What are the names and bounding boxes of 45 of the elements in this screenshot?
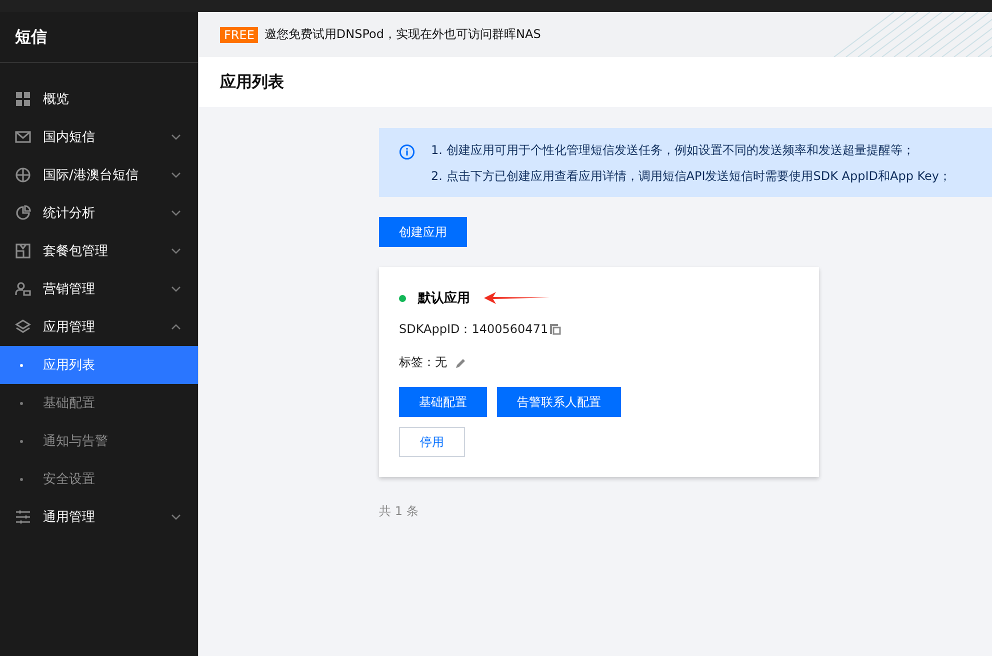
nav-item[interactable]: 套餐包管理 — [0, 232, 198, 270]
promo-text[interactable]: 邀您免费试用DNSPod，实现在外也可访问群晖NAS — [264, 26, 541, 43]
info-icon — [399, 144, 415, 160]
copy-icon[interactable] — [550, 324, 562, 335]
pencil-icon[interactable] — [455, 356, 467, 368]
pie-chart-icon — [15, 205, 31, 221]
chevron-down-icon — [171, 134, 181, 140]
chevron-down-icon — [171, 514, 181, 520]
nav-subitem[interactable]: 应用列表 — [0, 346, 198, 384]
nav-item[interactable]: 统计分析 — [0, 194, 198, 232]
chevron-down-icon — [171, 286, 181, 292]
sliders-icon — [15, 509, 31, 525]
nav-subitem[interactable]: 安全设置 — [0, 460, 198, 498]
chevron-down-icon — [171, 210, 181, 216]
grid-icon — [15, 91, 31, 107]
nav-item[interactable]: 国内短信 — [0, 118, 198, 156]
chevron-down-icon — [171, 248, 181, 254]
nav-subitem[interactable]: 基础配置 — [0, 384, 198, 422]
nav-item[interactable]: 国际/港澳台短信 — [0, 156, 198, 194]
nav-item[interactable]: 通用管理 — [0, 498, 198, 536]
notice-text: 2. 点击下方已创建应用查看应用详情，调用短信API发送短信时需要使用SDK AppID和App Key； — [431, 168, 952, 185]
nav-subitem[interactable]: 通知与告警 — [0, 422, 198, 460]
notice-text: 1. 创建应用可用于个性化管理短信发送任务，例如设置不同的发送频率和发送超量提醒等； — [431, 142, 916, 159]
chevron-up-icon — [171, 324, 181, 330]
package-icon — [15, 243, 31, 259]
total-count: 共 1 条 — [379, 503, 420, 520]
config-button[interactable]: 告警联系人配置 — [497, 387, 621, 417]
nav-item[interactable]: 营销管理 — [0, 270, 198, 308]
config-button[interactable]: 基础配置 — [399, 387, 487, 417]
free-badge: FREE — [220, 26, 258, 42]
page-title: 应用列表 — [220, 72, 284, 92]
nav-item[interactable]: 应用管理 — [0, 308, 198, 346]
disable-button[interactable]: 停用 — [399, 427, 465, 457]
tag-label: 标签：无 — [399, 354, 447, 371]
person-icon — [15, 281, 31, 297]
envelope-icon — [15, 129, 31, 145]
nav-item[interactable]: 概览 — [0, 80, 198, 118]
app-card[interactable]: 默认应用 SDKAppID：1400560471 标签：无 基础配置 告警联系人配置 停用 — [379, 267, 819, 477]
create-app-button[interactable]: 创建应用 — [379, 217, 467, 247]
app-name[interactable]: 默认应用 — [418, 289, 470, 307]
layers-icon — [15, 319, 31, 335]
chevron-down-icon — [171, 172, 181, 178]
sidebar-title: 短信 — [0, 12, 198, 63]
globe-icon — [15, 167, 31, 183]
sdk-app-id: SDKAppID：1400560471 — [399, 321, 548, 338]
